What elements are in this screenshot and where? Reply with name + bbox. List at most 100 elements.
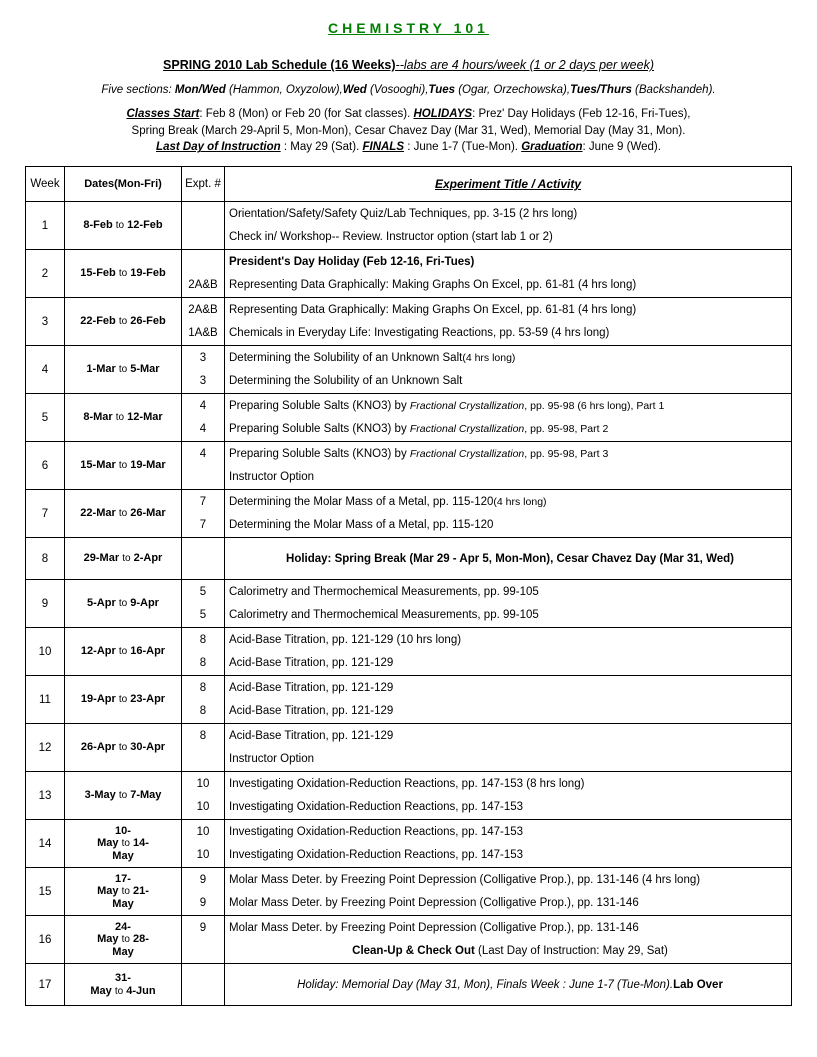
activity-cell: Acid-Base Titration, pp. 121-129: [225, 724, 792, 748]
activity-note: (4 hrs long): [462, 352, 515, 364]
expt-cell: [182, 964, 225, 1006]
dates-cell: 17-May to 21-May: [65, 868, 182, 916]
activity-cell: Molar Mass Deter. by Freezing Point Depr…: [225, 868, 792, 892]
activity-text: Investigating Oxidation-Reduction Reacti…: [229, 778, 584, 790]
expt-cell: 4: [182, 418, 225, 442]
activity-cell: Representing Data Graphically: Making Gr…: [225, 298, 792, 322]
activity-text: Acid-Base Titration, pp. 121-129: [229, 657, 393, 669]
week-cell: 15: [26, 868, 65, 916]
activity-cell: Clean-Up & Check Out (Last Day of Instru…: [225, 940, 792, 964]
activity-cell: Calorimetry and Thermochemical Measureme…: [225, 604, 792, 628]
activity-text: President's Day Holiday (Feb 12-16, Fri-…: [229, 256, 474, 268]
activity-text: Preparing Soluble Salts (KNO3) by Fracti…: [229, 400, 664, 412]
week-cell: 17: [26, 964, 65, 1006]
expt-cell: [182, 202, 225, 226]
expt-cell: [182, 940, 225, 964]
activity-text: Orientation/Safety/Safety Quiz/Lab Techn…: [229, 208, 577, 220]
expt-cell: 2A&B: [182, 274, 225, 298]
activity-note: (4 hrs long): [493, 496, 546, 508]
expt-cell: [182, 226, 225, 250]
table-row: 11 19-Apr to 23-Apr8 Acid-Base Titration…: [26, 676, 792, 700]
holidays-label: HOLIDAYS: [413, 108, 472, 120]
week-cell: 5: [26, 394, 65, 442]
activity-text: Determining the Solubility of an Unknown…: [229, 352, 462, 364]
activity-cell: Acid-Base Titration, pp. 121-129: [225, 652, 792, 676]
week-cell: 8: [26, 538, 65, 580]
dates-cell: 26-Apr to 30-Apr: [65, 724, 182, 772]
table-row: 8 29-Mar to 2-Apr Holiday: Spring Break …: [26, 538, 792, 580]
table-row: 13 3-May to 7-May10 Investigating Oxidat…: [26, 772, 792, 796]
table-row: 10 12-Apr to 16-Apr8 Acid-Base Titration…: [26, 628, 792, 652]
expt-cell: 10: [182, 796, 225, 820]
graduation-text: : June 9 (Wed).: [583, 141, 661, 153]
expt-cell: 7: [182, 514, 225, 538]
table-row: 7 22-Mar to 26-Mar7 Determining the Mola…: [26, 490, 792, 514]
expt-cell: 7: [182, 490, 225, 514]
week-cell: 6: [26, 442, 65, 490]
dates-cell: 15-Mar to 19-Mar: [65, 442, 182, 490]
activity-cell: Investigating Oxidation-Reduction Reacti…: [225, 796, 792, 820]
activity-cell: Holiday: Spring Break (Mar 29 - Apr 5, M…: [225, 538, 792, 580]
classes-start-label: Classes Start: [127, 108, 200, 120]
header-expt: Expt. #: [182, 167, 225, 202]
expt-cell: 9: [182, 892, 225, 916]
table-row: 15 17-May to 21-May9 Molar Mass Deter. b…: [26, 868, 792, 892]
info-block: Classes Start: Feb 8 (Mon) or Feb 20 (fo…: [25, 106, 792, 156]
expt-cell: 3: [182, 370, 225, 394]
dates-cell: 22-Feb to 26-Feb: [65, 298, 182, 346]
activity-text: Molar Mass Deter. by Freezing Point Depr…: [229, 874, 700, 886]
activity-text: Representing Data Graphically: Making Gr…: [229, 304, 636, 316]
activity-cell: Instructor Option: [225, 466, 792, 490]
activity-cell: Calorimetry and Thermochemical Measureme…: [225, 580, 792, 604]
dates-cell: 3-May to 7-May: [65, 772, 182, 820]
finals-label: FINALS: [362, 141, 404, 153]
activity-cell: Investigating Oxidation-Reduction Reacti…: [225, 772, 792, 796]
dates-cell: 31-May to 4-Jun: [65, 964, 182, 1006]
dates-cell: 10-May to 14-May: [65, 820, 182, 868]
holiday-text: Holiday: Spring Break (Mar 29 - Apr 5, M…: [229, 553, 791, 565]
finals-text: : June 1-7 (Tue-Mon).: [404, 141, 521, 153]
week-cell: 13: [26, 772, 65, 820]
expt-cell: [182, 466, 225, 490]
table-row: 16 24-May to 28-May9 Molar Mass Deter. b…: [26, 916, 792, 940]
expt-cell: 9: [182, 916, 225, 940]
activity-cell: Preparing Soluble Salts (KNO3) by Fracti…: [225, 442, 792, 466]
activity-cell: Preparing Soluble Salts (KNO3) by Fracti…: [225, 418, 792, 442]
activity-text: Determining the Molar Mass of a Metal, p…: [229, 496, 493, 508]
activity-text: Determining the Molar Mass of a Metal, p…: [229, 519, 493, 531]
activity-text: Acid-Base Titration, pp. 121-129: [229, 705, 393, 717]
activity-text: Chemicals in Everyday Life: Investigatin…: [229, 327, 609, 339]
table-row: 14 10-May to 14-May10 Investigating Oxid…: [26, 820, 792, 844]
expt-cell: 4: [182, 394, 225, 418]
table-row: 3 22-Feb to 26-Feb2A&B Representing Data…: [26, 298, 792, 322]
activity-cell: Determining the Molar Mass of a Metal, p…: [225, 514, 792, 538]
activity-cell: Instructor Option: [225, 748, 792, 772]
week-cell: 7: [26, 490, 65, 538]
expt-cell: 9: [182, 868, 225, 892]
activity-text: Preparing Soluble Salts (KNO3) by Fracti…: [229, 423, 608, 435]
activity-cell: Determining the Solubility of an Unknown…: [225, 346, 792, 370]
dates-cell: 5-Apr to 9-Apr: [65, 580, 182, 628]
expt-cell: 10: [182, 820, 225, 844]
activity-text: Investigating Oxidation-Reduction Reacti…: [229, 801, 523, 813]
expt-cell: 10: [182, 844, 225, 868]
activity-text: Preparing Soluble Salts (KNO3) by Fracti…: [229, 448, 608, 460]
last-day-text: : May 29 (Sat).: [281, 141, 363, 153]
activity-cell: Investigating Oxidation-Reduction Reacti…: [225, 844, 792, 868]
activity-cell: Representing Data Graphically: Making Gr…: [225, 274, 792, 298]
week-cell: 10: [26, 628, 65, 676]
final-text: Holiday: Memorial Day (May 31, Mon), Fin…: [229, 979, 791, 991]
activity-cell: Orientation/Safety/Safety Quiz/Lab Techn…: [225, 202, 792, 226]
week-cell: 1: [26, 202, 65, 250]
activity-text: Check in/ Workshop-- Review. Instructor …: [229, 231, 553, 243]
activity-cell: Molar Mass Deter. by Freezing Point Depr…: [225, 892, 792, 916]
week-cell: 11: [26, 676, 65, 724]
table-row: 17 31-May to 4-Jun Holiday: Memorial Day…: [26, 964, 792, 1006]
holidays-text1: : Prez' Day Holidays (Feb 12-16, Fri-Tue…: [472, 108, 690, 120]
page-title: CHEMISTRY 101: [25, 20, 792, 36]
activity-cell: Investigating Oxidation-Reduction Reacti…: [225, 820, 792, 844]
table-row: 4 1-Mar to 5-Mar3 Determining the Solubi…: [26, 346, 792, 370]
activity-text: Calorimetry and Thermochemical Measureme…: [229, 586, 539, 598]
week-cell: 16: [26, 916, 65, 964]
sections-text: Mon/Wed (Hammon, Oxyzolow),Wed (Vosooghi…: [175, 84, 716, 96]
